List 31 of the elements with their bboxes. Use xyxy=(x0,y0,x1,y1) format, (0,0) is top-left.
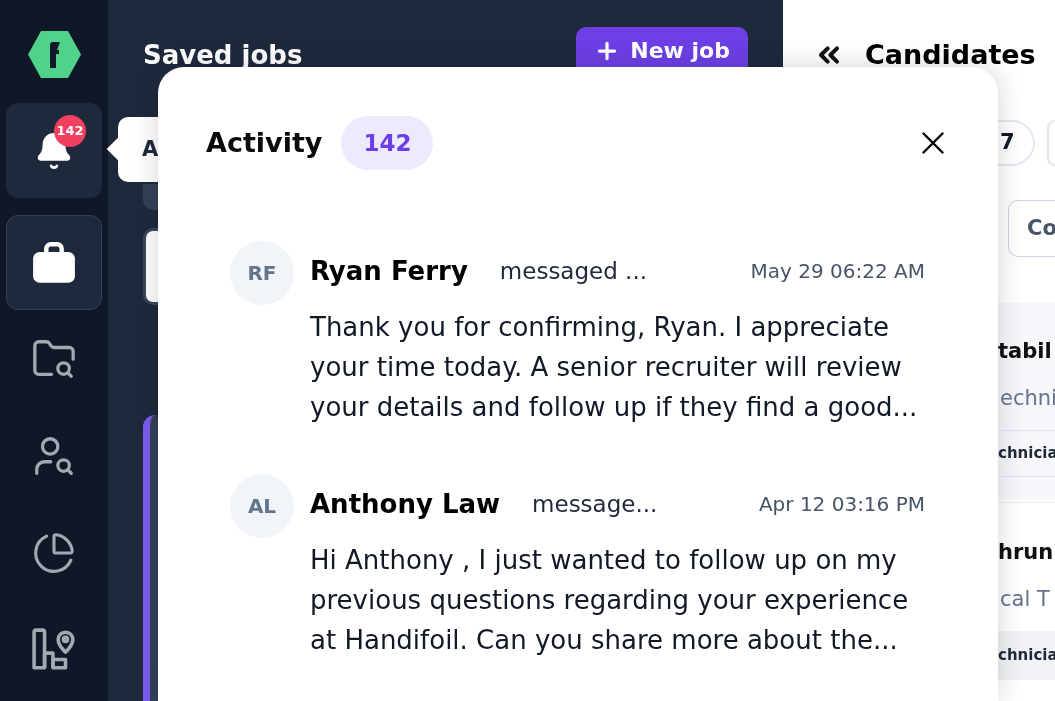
candidate-name: hrun xyxy=(998,539,1055,566)
panel-title: Activity xyxy=(206,126,323,160)
avatar: RF xyxy=(230,241,294,305)
sender-name: Ryan Ferry xyxy=(310,254,468,288)
nav-button[interactable]: 142 xyxy=(6,103,102,198)
activity-time: Apr 12 03:16 PM xyxy=(757,491,925,518)
close-button[interactable] xyxy=(922,132,944,154)
count-badge: 142 xyxy=(341,116,434,170)
notification-badge: 142 xyxy=(54,115,86,147)
activity-action: message... xyxy=(532,489,658,519)
logo-icon xyxy=(27,31,81,78)
activity-time: May 29 06:22 AM xyxy=(749,258,925,285)
close-icon xyxy=(922,132,944,154)
activity-action: messaged ... xyxy=(499,256,648,286)
avatar: AL xyxy=(230,474,294,538)
nav-button[interactable] xyxy=(6,215,102,310)
candidate-role: echni xyxy=(999,385,1055,412)
panel-title: Candidates xyxy=(865,38,1036,72)
briefcase-icon xyxy=(32,240,76,285)
sender-name: Anthony Law xyxy=(310,487,501,521)
message-preview: Hi Anthony , I just wanted to follow up on my previous questions regarding your experience at Handifoil. Can you share more about the... xyxy=(310,544,910,657)
search-field[interactable] xyxy=(143,228,158,305)
tooltip: A xyxy=(107,117,158,182)
page-title: Saved jobs xyxy=(143,39,303,71)
bar-chart-pin-icon xyxy=(32,627,76,672)
filter-field[interactable] xyxy=(143,184,158,210)
message-preview: Thank you for confirming, Ryan. I appreciate your time today. A senior recruiter will review your details and follow up if they find a good... xyxy=(310,311,919,424)
new-job-button[interactable]: New job xyxy=(576,27,748,67)
candidate-name: tabil xyxy=(998,338,1053,365)
pie-chart-icon xyxy=(32,530,76,575)
candidate-role: cal T xyxy=(999,586,1051,613)
